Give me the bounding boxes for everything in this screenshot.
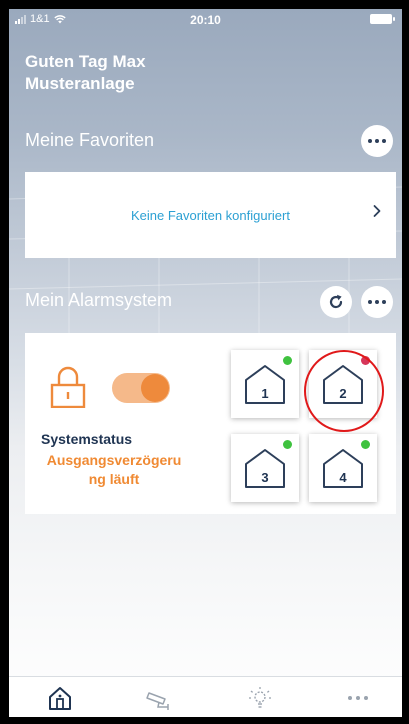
system-status-line-2: ng läuft (88, 471, 140, 487)
more-dots-icon (368, 300, 386, 304)
zone-tile-3[interactable]: 3 (231, 434, 299, 502)
favorites-title: Meine Favoriten (25, 130, 155, 150)
home-icon (49, 687, 71, 710)
highlight-circle (304, 350, 384, 432)
zone-tile-1[interactable]: 1 (231, 350, 299, 418)
arm-toggle[interactable] (112, 373, 170, 403)
installation-name: Musteranlage (25, 74, 135, 93)
system-status-value: Ausgangsverzögeru ng läuft (25, 451, 203, 489)
lightbulb-icon (249, 687, 271, 708)
chevron-right-icon (373, 205, 381, 217)
camera-icon (146, 692, 169, 710)
favorites-card[interactable]: Keine Favoriten konfiguriert (25, 172, 396, 258)
greeting-text: Guten Tag Max (25, 52, 146, 71)
tab-camera[interactable] (143, 685, 173, 711)
system-status-line-1: Ausgangsverzögeru (46, 452, 182, 468)
zone-status-dot (361, 440, 370, 449)
tab-lights[interactable] (245, 685, 275, 711)
phone-frame: 1&1 20:10 Guten Tag Max Musteranlage Mei… (0, 0, 409, 724)
zone-status-dot (283, 356, 292, 365)
greeting-block: Guten Tag Max Musteranlage (25, 51, 146, 95)
battery-icon (370, 14, 395, 24)
status-time: 20:10 (190, 13, 221, 27)
refresh-icon (329, 294, 343, 309)
alarm-more-button[interactable] (361, 286, 393, 318)
more-icon (348, 696, 368, 700)
system-status-label: Systemstatus (41, 431, 133, 447)
tab-bar (9, 676, 402, 717)
tab-more[interactable] (343, 685, 373, 711)
favorites-empty-text: Keine Favoriten konfiguriert (131, 207, 290, 223)
zone-tile-4[interactable]: 4 (309, 434, 377, 502)
zone-number: 4 (339, 470, 347, 485)
lock-open-icon (50, 366, 86, 408)
alarm-refresh-button[interactable] (320, 286, 352, 318)
alarm-title: Mein Alarmsystem (25, 290, 173, 310)
app-screen: 1&1 20:10 Guten Tag Max Musteranlage Mei… (9, 9, 402, 717)
zone-number: 1 (261, 386, 269, 401)
zone-status-dot (283, 440, 292, 449)
more-dots-icon (368, 139, 386, 143)
status-bar: 1&1 20:10 (9, 9, 402, 29)
favorites-more-button[interactable] (361, 125, 393, 157)
zone-number: 3 (261, 470, 269, 485)
toggle-knob (141, 374, 169, 402)
tab-home[interactable] (45, 685, 75, 711)
